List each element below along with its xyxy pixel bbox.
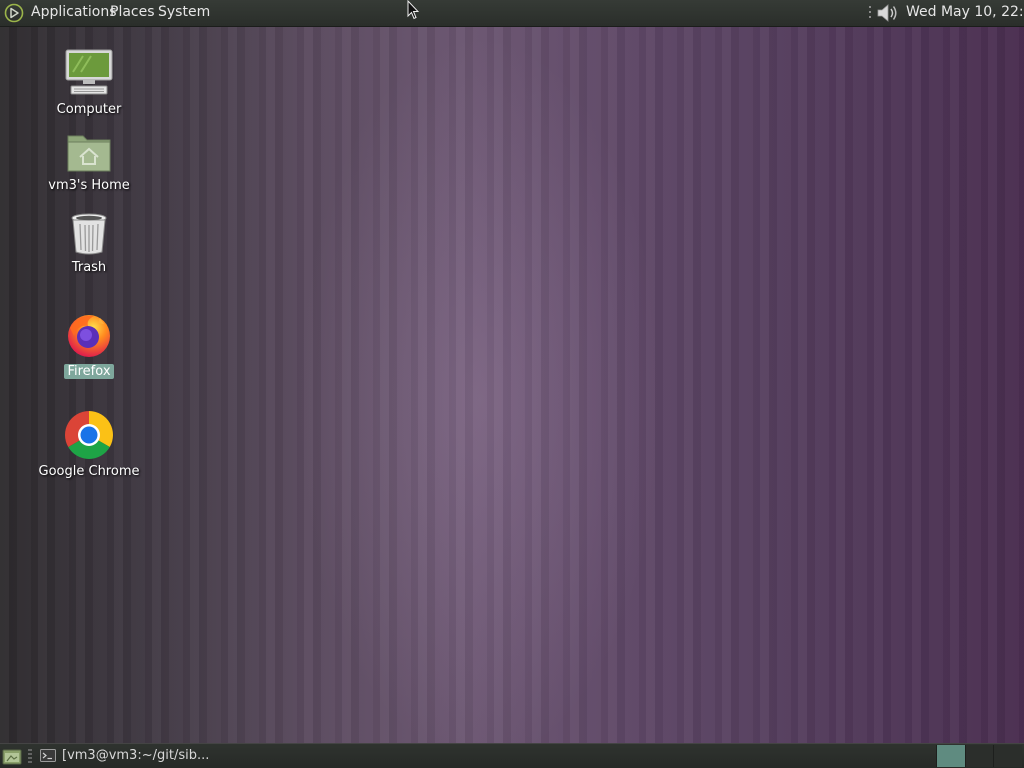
desktop-icon-home[interactable]: vm3's Home xyxy=(34,130,144,193)
menu-places[interactable]: Places xyxy=(110,4,155,20)
taskbar-item-terminal[interactable]: [vm3@vm3:~/git/sib... xyxy=(36,746,236,766)
desktop-icon-label: Computer xyxy=(56,102,122,117)
desktop-icon-label: Firefox xyxy=(64,364,114,379)
desktop-icon-chrome[interactable]: Google Chrome xyxy=(34,410,144,479)
desktop-icon-label: vm3's Home xyxy=(48,178,130,193)
distro-logo-icon[interactable] xyxy=(4,3,24,23)
show-desktop-icon[interactable] xyxy=(2,748,22,765)
desktop-screen: Applications Places System Wed May 10, 2… xyxy=(0,0,1024,768)
workspace-2[interactable] xyxy=(964,745,994,767)
terminal-icon xyxy=(40,749,56,762)
desktop-icon-firefox[interactable]: Firefox xyxy=(34,310,144,379)
menu-system[interactable]: System xyxy=(158,4,210,20)
desktop-icon-label: Google Chrome xyxy=(38,464,140,479)
mouse-cursor-icon xyxy=(407,0,419,20)
trash-icon xyxy=(71,213,107,255)
computer-icon xyxy=(65,49,113,95)
speaker-icon[interactable] xyxy=(868,2,900,24)
chrome-icon xyxy=(65,411,113,459)
desktop-icon-computer[interactable]: Computer xyxy=(34,48,144,117)
panel-drag-handle[interactable] xyxy=(28,749,32,764)
workspace-1[interactable] xyxy=(936,745,965,767)
top-panel: Applications Places System Wed May 10, 2… xyxy=(0,0,1024,27)
clock[interactable]: Wed May 10, 22:10 xyxy=(906,4,1024,20)
workspace-switcher[interactable] xyxy=(936,745,1023,767)
home-folder-icon xyxy=(67,135,111,172)
taskbar-item-label: [vm3@vm3:~/git/sib... xyxy=(62,748,210,763)
bottom-panel: [vm3@vm3:~/git/sib... xyxy=(0,743,1024,768)
desktop-icon-trash[interactable]: Trash xyxy=(34,212,144,275)
workspace-3[interactable] xyxy=(993,745,1023,767)
desktop-icon-label: Trash xyxy=(71,260,107,275)
firefox-icon xyxy=(68,315,110,357)
menu-applications[interactable]: Applications xyxy=(31,4,117,20)
